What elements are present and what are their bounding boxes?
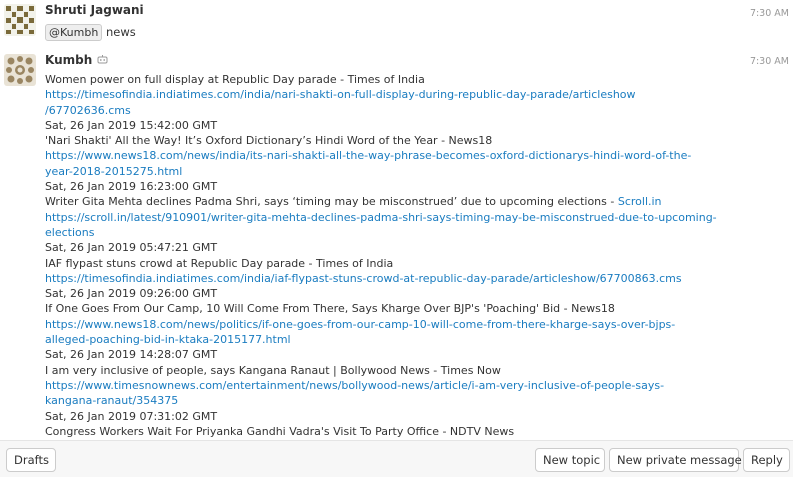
news-headline: Writer Gita Mehta declines Padma Shri, s… bbox=[45, 194, 745, 209]
publish-date: Sat, 26 Jan 2019 15:42:00 GMT bbox=[45, 118, 218, 132]
news-headline: IAF flypast stuns crowd at Republic Day … bbox=[45, 256, 394, 270]
news-headline: Women power on full display at Republic … bbox=[45, 73, 425, 86]
message-timestamp[interactable]: 7:30 AM bbox=[750, 8, 789, 19]
kumbh-avatar-graphic bbox=[4, 54, 36, 86]
new-private-message-button[interactable]: New private message bbox=[609, 448, 742, 472]
news-headline: If One Goes From Our Camp, 10 Will Come … bbox=[45, 302, 615, 316]
sender-name[interactable]: Shruti Jagwani bbox=[45, 3, 144, 17]
article-link[interactable]: https://scroll.in/latest/910901/writer-g… bbox=[45, 210, 745, 225]
message-content: @Kumbh news bbox=[45, 24, 136, 41]
source-link[interactable]: Scroll.in bbox=[618, 195, 662, 208]
publish-date: Sat, 26 Jan 2019 07:31:02 GMT bbox=[45, 409, 218, 423]
article-link[interactable]: https://timesofindia.indiatimes.com/indi… bbox=[45, 87, 745, 102]
article-link[interactable]: https://www.news18.com/news/politics/if-… bbox=[45, 317, 745, 332]
article-link[interactable]: alleged-poaching-bid-in-ktaka-2015177.ht… bbox=[45, 332, 745, 347]
message-feed[interactable]: Shruti Jagwani 7:30 AM @Kumbh news Kumbh… bbox=[0, 0, 793, 440]
user-mention[interactable]: @Kumbh bbox=[45, 24, 103, 41]
publish-date: Sat, 26 Jan 2019 14:28:07 GMT bbox=[45, 348, 218, 362]
article-link[interactable]: https://timesofindia.indiatimes.com/indi… bbox=[45, 271, 745, 286]
publish-date: Sat, 26 Jan 2019 05:47:21 GMT bbox=[45, 241, 218, 255]
article-link[interactable]: https://www.news18.com/news/india/its-na… bbox=[45, 148, 745, 163]
sender-name[interactable]: Kumbh bbox=[45, 53, 108, 67]
article-link[interactable]: kangana-ranaut/354375 bbox=[45, 393, 745, 408]
article-link[interactable]: https://www.timesnownews.com/entertainme… bbox=[45, 378, 745, 393]
bot-icon bbox=[97, 53, 108, 64]
article-link[interactable]: year-2018-2015275.html bbox=[45, 164, 745, 179]
message-timestamp[interactable]: 7:30 AM bbox=[750, 56, 789, 67]
news-headline: 'Nari Shakti' All the Way! It’s Oxford D… bbox=[45, 134, 493, 148]
drafts-button[interactable]: Drafts bbox=[6, 448, 56, 472]
news-headline-text: Writer Gita Mehta declines Padma Shri, s… bbox=[45, 195, 618, 209]
news-headline: I am very inclusive of people, says Kang… bbox=[45, 363, 501, 377]
identicon-avatar-graphic bbox=[4, 4, 36, 36]
publish-date: Sat, 26 Jan 2019 09:26:00 GMT bbox=[45, 287, 218, 301]
message-text: news bbox=[105, 25, 136, 39]
compose-bar: Drafts New topic New private message Rep… bbox=[0, 440, 793, 477]
message-content: Women power on full display at Republic … bbox=[45, 72, 745, 439]
identicon-avatar[interactable] bbox=[4, 4, 36, 36]
kumbh-avatar[interactable] bbox=[4, 54, 36, 86]
article-link[interactable]: /67702636.cms bbox=[45, 103, 745, 118]
reply-button[interactable]: Reply bbox=[743, 448, 790, 472]
message-row: Kumbh 7:30 AM Women power on full displa… bbox=[0, 50, 793, 440]
new-topic-button[interactable]: New topic bbox=[535, 448, 605, 472]
publish-date: Sat, 26 Jan 2019 16:23:00 GMT bbox=[45, 180, 218, 194]
message-row: Shruti Jagwani 7:30 AM @Kumbh news bbox=[0, 0, 793, 46]
sender-name-text: Kumbh bbox=[45, 53, 93, 67]
news-headline: Congress Workers Wait For Priyanka Gandh… bbox=[45, 424, 515, 438]
article-link[interactable]: elections bbox=[45, 225, 745, 240]
